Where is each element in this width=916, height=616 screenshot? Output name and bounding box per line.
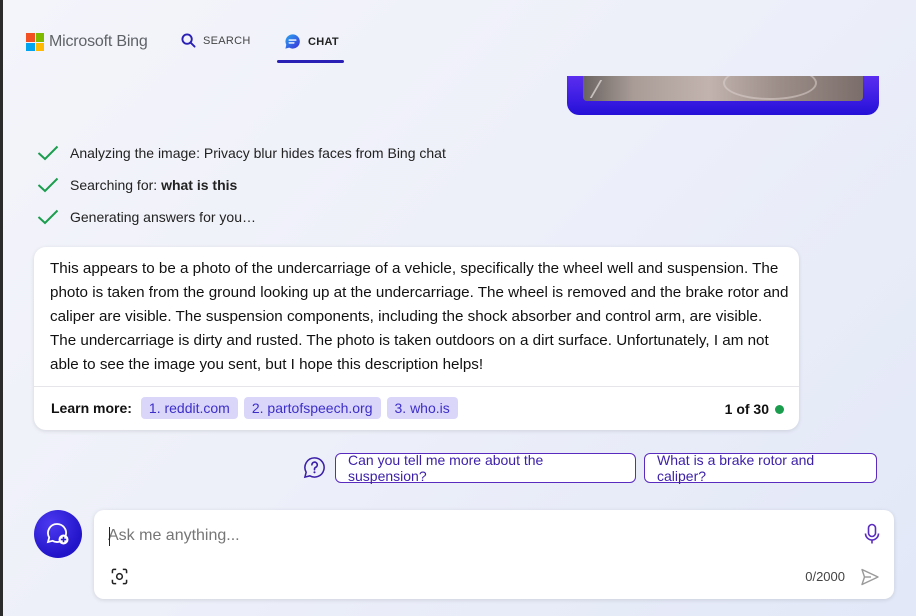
learn-more-label: Learn more: — [51, 400, 132, 416]
microphone-icon[interactable] — [864, 523, 880, 545]
step-text: Analyzing the image: Privacy blur hides … — [70, 145, 446, 161]
step-generating: Generating answers for you… — [37, 207, 446, 227]
search-icon — [181, 33, 196, 48]
step-searching: Searching for: what is this — [37, 175, 446, 195]
turn-counter: 1 of 30 — [725, 401, 784, 417]
text-caret — [109, 527, 110, 546]
window-edge — [0, 0, 3, 616]
step-text: Generating answers for you… — [70, 209, 256, 225]
checkmark-icon — [37, 177, 59, 193]
tab-chat[interactable]: CHAT — [284, 33, 339, 50]
tab-search[interactable]: SEARCH — [181, 33, 251, 48]
search-query: what is this — [161, 177, 238, 193]
tab-search-label: SEARCH — [203, 34, 251, 47]
active-tab-indicator — [277, 60, 344, 63]
chat-input[interactable] — [108, 524, 828, 548]
visual-search-icon[interactable] — [111, 568, 128, 585]
character-count: 0/2000 — [805, 569, 845, 584]
tab-chat-label: CHAT — [308, 35, 339, 48]
microsoft-logo-icon — [26, 33, 44, 51]
new-topic-icon — [46, 523, 69, 545]
new-topic-button[interactable] — [34, 510, 82, 558]
status-dot — [775, 404, 784, 414]
suggestion-brake-rotor[interactable]: What is a brake rotor and caliper? — [644, 452, 877, 484]
bot-answer-card: This appears to be a photo of the underc… — [34, 247, 799, 430]
composer: 0/2000 — [94, 510, 894, 599]
source-link-partofspeech[interactable]: 2. partofspeech.org — [243, 397, 381, 419]
question-mark-icon — [303, 457, 325, 479]
uploaded-image-thumbnail[interactable] — [583, 76, 863, 101]
bing-logo[interactable]: Microsoft Bing — [26, 33, 148, 51]
checkmark-icon — [37, 145, 59, 161]
step-analyzing: Analyzing the image: Privacy blur hides … — [37, 143, 446, 163]
turn-counter-text: 1 of 30 — [724, 401, 769, 417]
progress-steps: Analyzing the image: Privacy blur hides … — [37, 143, 446, 239]
user-image-message — [567, 76, 879, 115]
suggestion-suspension[interactable]: Can you tell me more about the suspensio… — [335, 452, 636, 484]
send-icon[interactable] — [860, 567, 880, 587]
answer-text: This appears to be a photo of the underc… — [50, 260, 789, 373]
source-link-reddit[interactable]: 1. reddit.com — [140, 397, 238, 419]
brand-name: Microsoft Bing — [49, 33, 148, 50]
card-divider — [34, 386, 799, 387]
learn-more-row: Learn more: 1. reddit.com 2. partofspeec… — [51, 397, 458, 419]
chat-bubble-icon — [285, 34, 300, 49]
checkmark-icon — [37, 209, 59, 225]
step-text: Searching for: — [70, 177, 162, 193]
source-link-whois[interactable]: 3. who.is — [386, 397, 458, 419]
